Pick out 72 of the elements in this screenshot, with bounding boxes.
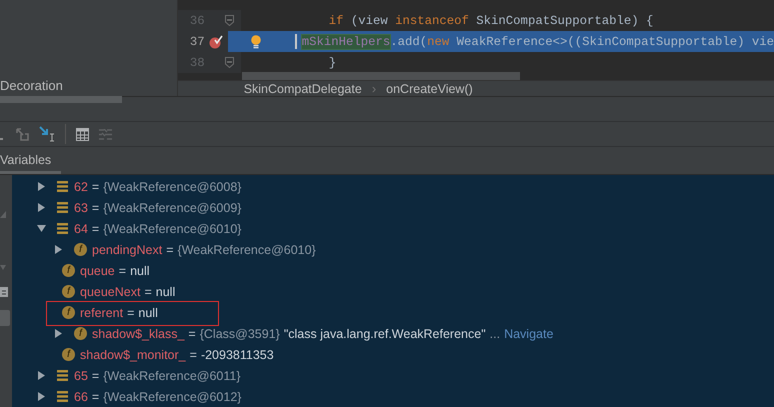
list-icon <box>57 391 68 402</box>
field-icon: f <box>74 327 87 340</box>
variable-name: 64 <box>74 222 88 236</box>
collapsed-arrow-icon[interactable] <box>37 203 46 212</box>
breakpoint-icon[interactable] <box>208 34 223 48</box>
ellipsis-text: ... <box>490 326 500 340</box>
variable-value: {Class@3591} <box>200 326 280 340</box>
variable-name: queue <box>80 264 115 278</box>
variable-name: 66 <box>74 390 88 404</box>
tree-item[interactable]: Decoration <box>0 78 63 93</box>
equals-sign: = <box>92 180 100 194</box>
equals-sign: = <box>118 264 126 278</box>
variable-value: {WeakReference@6012} <box>103 390 242 404</box>
equals-sign: = <box>190 348 197 362</box>
variable-value: null <box>138 306 158 320</box>
breadcrumb[interactable]: SkinCompatDelegate <box>244 82 362 96</box>
variable-name: 63 <box>74 200 88 214</box>
collapsed-arrow-icon[interactable] <box>37 392 46 401</box>
list-icon <box>57 181 68 192</box>
code-line: } <box>328 56 336 70</box>
collapsed-arrow-icon[interactable] <box>37 182 46 191</box>
variable-name: pendingNext <box>92 242 162 256</box>
collapsed-arrow-icon[interactable] <box>54 245 63 254</box>
variable-name: 62 <box>74 180 88 194</box>
equals-sign: = <box>92 222 100 236</box>
equals-sign: = <box>127 306 134 320</box>
lightbulb-icon[interactable] <box>250 34 261 48</box>
navigate-link[interactable]: Navigate <box>504 326 554 340</box>
variable-value: {WeakReference@6010} <box>178 242 316 256</box>
field-icon: f <box>62 306 75 319</box>
equals-sign: = <box>92 200 100 214</box>
variable-value: -2093811353 <box>200 348 274 362</box>
scrollbar[interactable] <box>0 96 122 103</box>
equals-sign: = <box>92 390 100 404</box>
field-icon: f <box>62 348 75 361</box>
variable-value: {WeakReference@6010} <box>103 222 242 236</box>
string-value: "class java.lang.ref.WeakReference" <box>284 326 486 340</box>
variable-name: queueNext <box>80 284 140 298</box>
code-line: mSkinHelpers.add(new WeakReference<>((SkinCompatSupportable) vie <box>294 34 774 49</box>
list-icon <box>57 370 68 381</box>
list-icon <box>57 202 68 213</box>
breadcrumb[interactable]: onCreateView() <box>386 82 473 96</box>
field-icon: f <box>74 243 87 256</box>
variable-value: null <box>156 284 176 298</box>
collapsed-arrow-icon[interactable] <box>54 329 63 338</box>
variable-name: referent <box>80 306 124 320</box>
field-icon: f <box>62 264 75 277</box>
equals-sign: = <box>92 368 100 382</box>
variable-value: {WeakReference@6008} <box>103 180 242 194</box>
calculator-icon[interactable] <box>76 128 89 140</box>
scrollbar[interactable] <box>242 72 520 80</box>
clipboard-icon[interactable] <box>0 285 8 297</box>
collapsed-arrow-icon[interactable] <box>37 371 46 380</box>
variable-name: shadow$_klass_ <box>92 326 184 340</box>
fold-icon[interactable] <box>224 57 234 68</box>
field-icon: f <box>62 285 75 298</box>
line-number: 37 <box>188 34 205 48</box>
variable-value: {WeakReference@6011} <box>103 368 241 382</box>
equals-sign: = <box>166 242 174 256</box>
breadcrumb-separator: › <box>372 81 376 96</box>
variable-value: {WeakReference@6009} <box>103 200 242 214</box>
list-icon <box>57 223 68 234</box>
variable-value: null <box>130 264 150 278</box>
equals-sign: = <box>188 326 196 340</box>
code-line: if (view instanceof SkinCompatSupportable) { <box>328 14 654 28</box>
expanded-arrow-icon[interactable] <box>37 224 46 233</box>
sidebar-toggle-icon[interactable] <box>0 310 10 326</box>
variable-name: 65 <box>74 368 88 382</box>
run-to-cursor-icon[interactable] <box>39 126 55 142</box>
variable-name: shadow$_monitor_ <box>80 348 186 362</box>
equals-sign: = <box>144 284 152 298</box>
fold-icon[interactable] <box>224 15 234 26</box>
